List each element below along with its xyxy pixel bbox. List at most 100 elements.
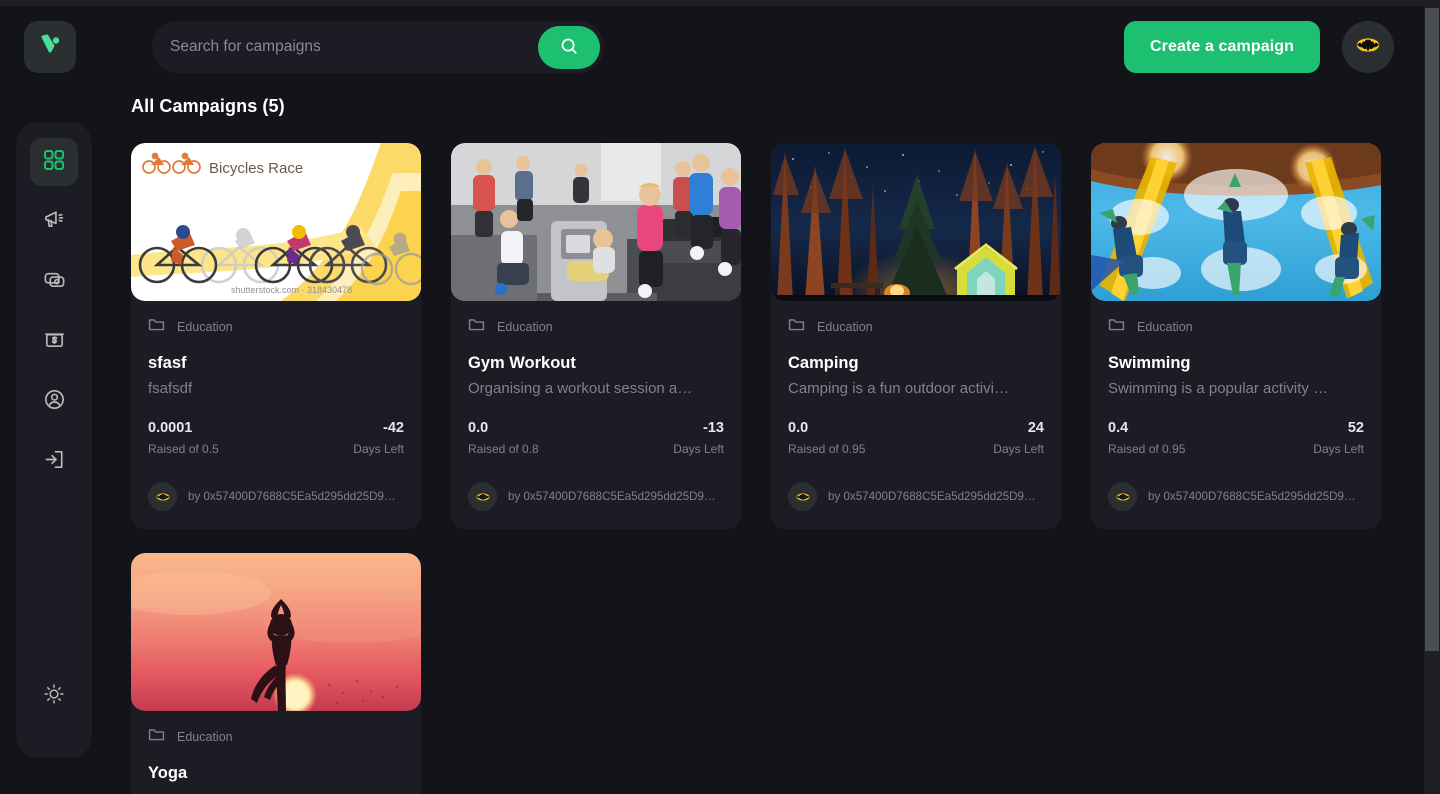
owner-row: by 0x57400D7688C5Ea5d295dd25D9… [788,482,1044,512]
batman-avatar-icon [476,493,489,501]
folder-icon [148,727,165,747]
campaign-card-body: Education Swimming Swimming is a popular… [1091,317,1381,529]
folder-icon [468,317,485,337]
days-left-value: -42 [383,420,404,436]
category-row: Education [148,317,404,337]
sun-icon [42,682,66,711]
raised-label: Raised of 0.95 [1108,442,1186,457]
raised-value: 0.0 [788,420,809,436]
campaign-card-body: Education Gym Workout Organising a worko… [451,317,741,529]
owner-row: by 0x57400D7688C5Ea5d295dd25D9… [148,482,404,512]
campaign-title: Gym Workout [468,354,576,372]
create-campaign-button[interactable]: Create a campaign [1124,21,1320,73]
campaign-image-gym-workout [451,143,741,301]
campaign-stats: 0.4 Raised of 0.95 52 Days Left [1108,419,1364,456]
batman-avatar-icon [156,493,169,501]
raised-value: 0.0001 [148,420,193,436]
owner-avatar [1108,482,1137,512]
svg-text:Bicycles Race: Bicycles Race [209,160,303,177]
batman-avatar-icon [796,493,809,501]
category-row: Education [148,727,404,747]
campaign-card-body: Education sfasf fsafsdf 0.0001 Raised of… [131,317,421,529]
campaign-card-body: Education Yoga [131,727,421,794]
svg-text:shutterstock.com · 318430478: shutterstock.com · 318430478 [231,285,352,295]
days-left-label: Days Left [993,442,1044,457]
owner-avatar [148,482,177,512]
search-bar[interactable] [152,21,604,73]
sidebar-item-logout[interactable] [30,438,78,486]
cash-dollar-icon [42,327,67,357]
batman-avatar-icon [1116,493,1129,501]
days-left-value: 52 [1347,420,1364,436]
category-label: Education [177,320,233,334]
days-left-label: Days Left [1313,442,1364,457]
batman-avatar-icon [1354,31,1382,64]
sidebar-item-withdraw[interactable] [30,318,78,366]
theme-toggle-button[interactable] [30,672,78,720]
wallet-money-icon [42,267,67,297]
campaign-image-yoga-sunset [131,553,421,712]
days-left-stat: 52 Days Left [1313,419,1364,456]
campaign-title: sfasf [148,354,187,372]
category-row: Education [788,317,1044,337]
owner-avatar [468,482,497,512]
raised-label: Raised of 0.8 [468,442,539,457]
app-logo[interactable] [24,21,76,73]
campaign-card[interactable]: Education Yoga [131,553,421,794]
raised-value: 0.0 [468,420,489,436]
app-root: Create a campaign [0,0,1440,794]
campaign-card[interactable]: Education Camping Camping is a fun outdo… [771,143,1061,530]
category-label: Education [177,730,233,745]
sprout-logo-icon [37,32,63,63]
campaign-title: Yoga [148,764,188,783]
raised-stat: 0.0001 Raised of 0.5 [148,419,219,456]
owner-address: by 0x57400D7688C5Ea5d295dd25D9… [828,490,1036,504]
campaign-image-bicycles-race: Bicycles Race shutterstock.com · 3184304… [131,143,421,301]
sidebar-items [30,138,78,486]
raised-stat: 0.4 Raised of 0.95 [1108,419,1185,456]
megaphone-icon [42,207,67,237]
sidebar-item-dashboard[interactable] [30,138,78,186]
raised-value: 0.4 [1108,420,1129,436]
raised-label: Raised of 0.5 [148,442,219,457]
search-icon [560,37,578,58]
app-header: Create a campaign [0,6,1424,88]
category-label: Education [817,320,873,334]
campaign-image-camping-night [771,143,1061,301]
owner-avatar [788,482,817,512]
category-row: Education [1108,317,1364,337]
campaign-card[interactable]: Education Swimming Swimming is a popular… [1091,143,1381,530]
owner-address: by 0x57400D7688C5Ea5d295dd25D9… [508,490,716,504]
page-scrollbar[interactable] [1424,0,1440,794]
search-button[interactable] [538,25,600,69]
grid-dashboard-icon [42,148,66,177]
main-content: All Campaigns (5) Bicycles Race shutters… [131,96,1401,794]
category-label: Education [497,320,553,334]
campaign-description: fsafsdf [148,380,193,397]
raised-label: Raised of 0.95 [788,442,866,457]
user-avatar[interactable] [1342,21,1394,73]
category-row: Education [468,317,724,337]
sidebar-item-profile[interactable] [30,378,78,426]
days-left-label: Days Left [673,442,724,457]
header-actions: Create a campaign [1124,21,1394,73]
owner-address: by 0x57400D7688C5Ea5d295dd25D9… [1148,490,1356,504]
owner-address: by 0x57400D7688C5Ea5d295dd25D9… [188,490,396,504]
owner-row: by 0x57400D7688C5Ea5d295dd25D9… [1108,482,1364,512]
user-circle-icon [42,387,67,417]
campaign-card[interactable]: Bicycles Race shutterstock.com · 3184304… [131,143,421,530]
campaign-card-grid: Bicycles Race shutterstock.com · 3184304… [131,143,1401,794]
sidebar-item-campaign[interactable] [30,198,78,246]
folder-icon [148,317,165,337]
campaign-card[interactable]: Education Gym Workout Organising a worko… [451,143,741,530]
days-left-value: -13 [703,420,724,436]
scrollbar-thumb[interactable] [1425,8,1439,651]
campaign-stats: 0.0 Raised of 0.8 -13 Days Left [468,419,724,456]
page-title: All Campaigns (5) [131,96,285,116]
raised-stat: 0.0 Raised of 0.8 [468,419,539,456]
sidebar-item-payment[interactable] [30,258,78,306]
campaign-description: Organising a workout session a… [468,380,693,397]
campaign-title: Swimming [1108,354,1191,372]
search-input[interactable] [170,38,538,56]
days-left-stat: -42 Days Left [353,419,404,456]
